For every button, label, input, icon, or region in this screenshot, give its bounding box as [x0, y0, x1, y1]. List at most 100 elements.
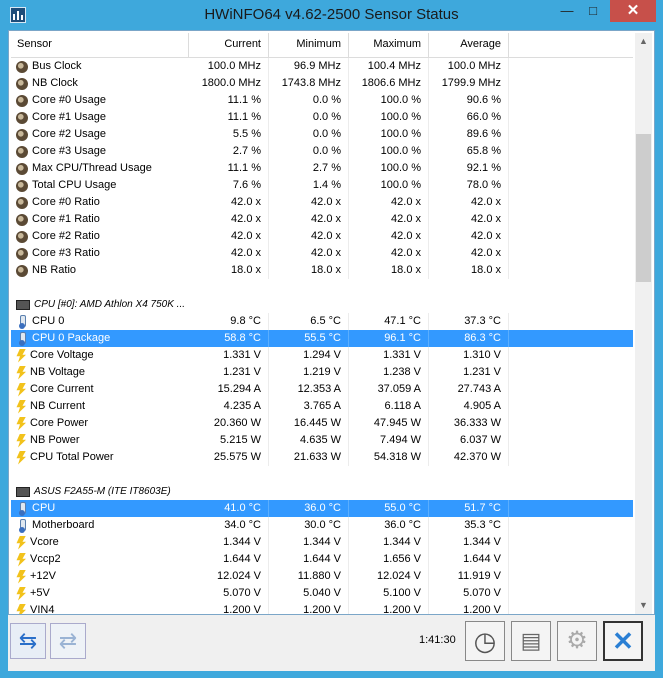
minimum-value: 0.0 % — [269, 109, 349, 126]
sensor-row[interactable]: Core #3 Ratio 42.0 x 42.0 x 42.0 x 42.0 x — [11, 245, 633, 262]
sensor-row[interactable]: Bus Clock 100.0 MHz 96.9 MHz 100.4 MHz 100.0… — [11, 58, 633, 75]
sensor-name-cell: NB Clock — [11, 75, 189, 92]
sensor-row[interactable]: NB Power 5.215 W 4.635 W 7.494 W 6.037 W — [11, 432, 633, 449]
sensor-row[interactable]: NB Voltage 1.231 V 1.219 V 1.238 V 1.231 V — [11, 364, 633, 381]
sensor-row[interactable]: CPU Total Power 25.575 W 21.633 W 54.318 W4… — [11, 449, 633, 466]
settings-button[interactable]: ⚙ — [557, 621, 597, 661]
sensor-row[interactable]: CPU 0 9.8 °C 6.5 °C 47.1 °C 37.3 °C — [11, 313, 633, 330]
close-window-button[interactable]: ✕ — [610, 0, 656, 22]
maximum-value: 1.200 V — [349, 602, 429, 614]
sensor-row[interactable]: +12V 12.024 V 11.880 V 12.024 V 11.919 V — [11, 568, 633, 585]
sensor-group-header[interactable]: ASUS F2A55-M (ITE IT8603E) — [11, 483, 633, 500]
average-value: 51.7 °C — [429, 500, 509, 517]
sensor-row[interactable]: Core #0 Usage 11.1 % 0.0 % 100.0 % 90.6 % — [11, 92, 633, 109]
sensor-row[interactable]: Vccp2 1.644 V 1.644 V 1.656 V 1.644 V — [11, 551, 633, 568]
sensor-row[interactable]: +5V 5.070 V 5.040 V 5.100 V 5.070 V — [11, 585, 633, 602]
column-header-maximum[interactable]: Maximum — [349, 33, 429, 57]
close-sensors-button[interactable]: ✕ — [603, 621, 643, 661]
sensor-table[interactable]: Sensor Current Minimum Maximum Average B… — [11, 33, 633, 614]
column-header-sensor[interactable]: Sensor — [11, 33, 189, 57]
sensor-row[interactable]: CPU 41.0 °C 36.0 °C 55.0 °C 51.7 °C — [11, 500, 633, 517]
average-value: 89.6 % — [429, 126, 509, 143]
sensor-row[interactable]: Core Current 15.294 A 12.353 A 37.059 A 27.7… — [11, 381, 633, 398]
sensor-row[interactable]: Motherboard 34.0 °C 30.0 °C 36.0 °C 35.3 °C — [11, 517, 633, 534]
clock-icon — [16, 213, 28, 226]
scrollbar-thumb[interactable] — [636, 134, 651, 282]
minimum-value: 0.0 % — [269, 92, 349, 109]
sensor-name: Core #1 Ratio — [32, 213, 100, 225]
sensor-row[interactable]: NB Clock 1800.0 MHz 1743.8 MHz 1806.6 MHz 17… — [11, 75, 633, 92]
sensor-name-cell: Core #0 Ratio — [11, 194, 189, 211]
current-value: 58.8 °C — [189, 330, 269, 347]
minimum-value: 3.765 A — [269, 398, 349, 415]
sensor-name: Core #2 Ratio — [32, 230, 100, 242]
clock-icon — [16, 179, 28, 192]
minimum-value: 1.644 V — [269, 551, 349, 568]
average-value: 11.919 V — [429, 568, 509, 585]
average-value: 90.6 % — [429, 92, 509, 109]
sensor-row[interactable]: Core #2 Usage 5.5 % 0.0 % 100.0 % 89.6 % — [11, 126, 633, 143]
sensor-name: NB Current — [30, 400, 86, 412]
sensor-row[interactable]: Core Power 20.360 W 16.445 W 47.945 W 36.333… — [11, 415, 633, 432]
maximum-value: 36.0 °C — [349, 517, 429, 534]
maximum-value: 42.0 x — [349, 194, 429, 211]
current-value: 1.644 V — [189, 551, 269, 568]
scroll-down-arrow-icon[interactable]: ▼ — [635, 597, 652, 614]
sensor-name-cell: +5V — [11, 585, 189, 602]
lightning-bolt-icon — [16, 586, 26, 601]
sensor-row[interactable]: Core #0 Ratio 42.0 x 42.0 x 42.0 x 42.0 x — [11, 194, 633, 211]
maximum-value: 100.0 % — [349, 109, 429, 126]
minimum-value: 42.0 x — [269, 245, 349, 262]
current-value: 1.231 V — [189, 364, 269, 381]
sensor-row[interactable]: NB Ratio 18.0 x 18.0 x 18.0 x 18.0 x — [11, 262, 633, 279]
sensor-row[interactable]: Core #3 Usage 2.7 % 0.0 % 100.0 % 65.8 % — [11, 143, 633, 160]
sensor-name: Vccp2 — [30, 553, 61, 565]
sensor-name-cell: NB Ratio — [11, 262, 189, 279]
thermometer-icon — [16, 331, 28, 346]
expand-columns-button[interactable]: ⇆ — [10, 623, 46, 659]
sensor-row[interactable]: Core Voltage 1.331 V 1.294 V 1.331 V 1.310 V — [11, 347, 633, 364]
sensor-row[interactable]: Vcore 1.344 V 1.344 V 1.344 V 1.344 V — [11, 534, 633, 551]
maximum-value: 47.1 °C — [349, 313, 429, 330]
arrows-left-right-icon: ⇆ — [18, 628, 38, 653]
sensor-row[interactable]: Core #1 Usage 11.1 % 0.0 % 100.0 % 66.0 % — [11, 109, 633, 126]
lightning-bolt-icon — [16, 535, 26, 550]
column-header-minimum[interactable]: Minimum — [269, 33, 349, 57]
maximize-button[interactable]: □ — [580, 0, 606, 22]
sensor-name-cell: Core #1 Ratio — [11, 211, 189, 228]
sensor-name-cell: NB Voltage — [11, 364, 189, 381]
column-header-average[interactable]: Average — [429, 33, 509, 57]
sensor-row[interactable]: Max CPU/Thread Usage 11.1 % 2.7 % 100.0 % 92… — [11, 160, 633, 177]
sensor-name: Total CPU Usage — [32, 179, 117, 191]
scroll-up-arrow-icon[interactable]: ▲ — [635, 33, 652, 50]
logging-button[interactable]: ▤ — [511, 621, 551, 661]
lightning-bolt-icon — [16, 365, 26, 380]
vertical-scrollbar[interactable]: ▲ ▼ — [635, 33, 652, 614]
collapse-columns-button[interactable]: ⇄ — [50, 623, 86, 659]
sensor-row[interactable]: VIN4 1.200 V 1.200 V 1.200 V 1.200 V — [11, 602, 633, 614]
sensor-row[interactable]: Core #2 Ratio 42.0 x 42.0 x 42.0 x 42.0 x — [11, 228, 633, 245]
maximum-value: 100.4 MHz — [349, 58, 429, 75]
average-value: 1.231 V — [429, 364, 509, 381]
sensor-name-cell: Core Voltage — [11, 347, 189, 364]
reset-timer-button[interactable]: ◷ — [465, 621, 505, 661]
column-header-current[interactable]: Current — [189, 33, 269, 57]
sensor-name: Core #3 Usage — [32, 145, 106, 157]
sensor-name-cell: Core Power — [11, 415, 189, 432]
maximum-value: 5.100 V — [349, 585, 429, 602]
sensor-group-header[interactable]: CPU [#0]: AMD Athlon X4 750K ... — [11, 296, 633, 313]
minimum-value: 1.344 V — [269, 534, 349, 551]
sensor-row[interactable]: NB Current 4.235 A 3.765 A 6.118 A 4.905 A — [11, 398, 633, 415]
sensor-row[interactable]: Total CPU Usage 7.6 % 1.4 % 100.0 % 78.0 % — [11, 177, 633, 194]
minimize-button[interactable]: — — [554, 0, 580, 22]
average-value: 1.344 V — [429, 534, 509, 551]
average-value: 42.0 x — [429, 228, 509, 245]
sensor-row[interactable]: CPU 0 Package 58.8 °C 55.5 °C 96.1 °C 86.3 °… — [11, 330, 633, 347]
sensor-name-cell: Max CPU/Thread Usage — [11, 160, 189, 177]
minimum-value: 42.0 x — [269, 228, 349, 245]
table-header: Sensor Current Minimum Maximum Average — [11, 33, 633, 58]
current-value: 4.235 A — [189, 398, 269, 415]
sensor-name-cell: Bus Clock — [11, 58, 189, 75]
average-value: 6.037 W — [429, 432, 509, 449]
sensor-row[interactable]: Core #1 Ratio 42.0 x 42.0 x 42.0 x 42.0 x — [11, 211, 633, 228]
